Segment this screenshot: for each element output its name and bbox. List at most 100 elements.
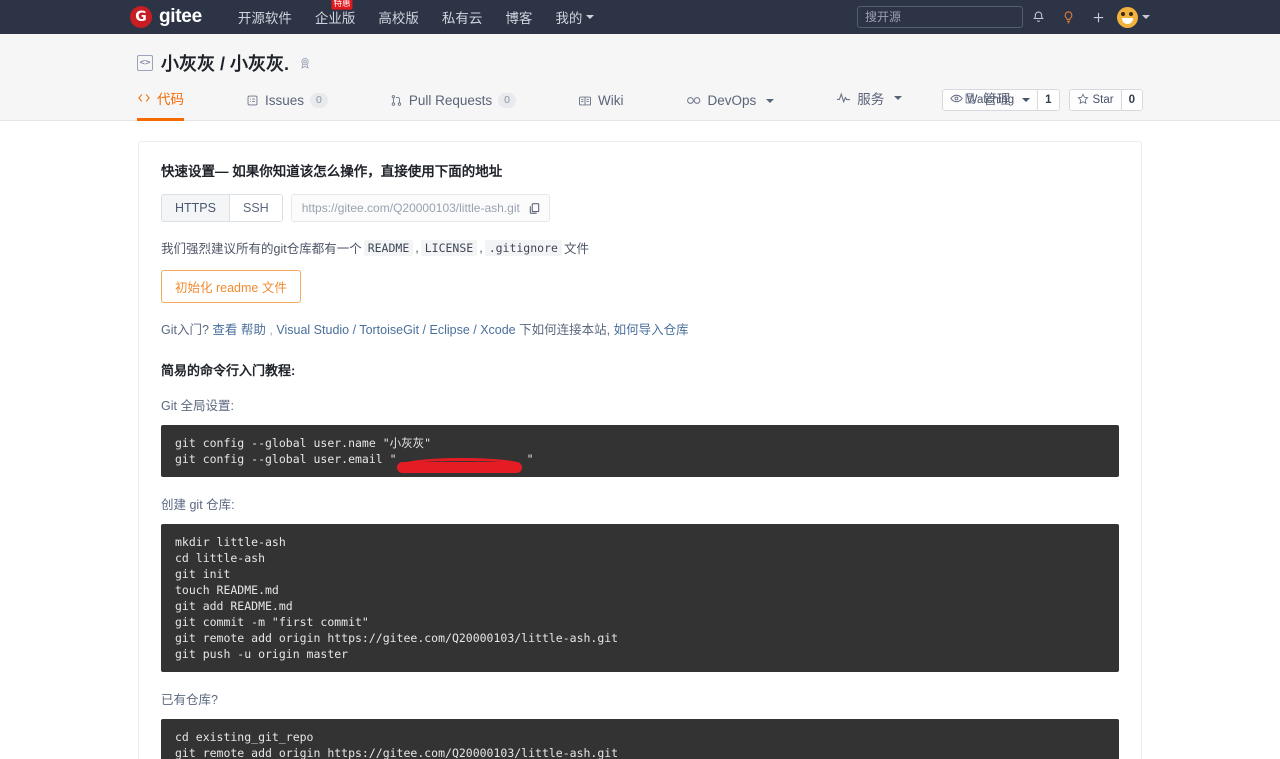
- license-chip: LICENSE: [421, 240, 477, 256]
- tutorial-heading: 简易的命令行入门教程:: [161, 360, 1119, 379]
- create-repo-label: 创建 git 仓库:: [161, 494, 1119, 513]
- code-icon: [137, 92, 151, 104]
- code-block-existing-repo[interactable]: cd existing_git_repo git remote add orig…: [161, 719, 1119, 759]
- gitee-wordmark: gitee: [159, 6, 202, 28]
- tab-label: Pull Requests: [409, 93, 492, 108]
- bell-icon[interactable]: [1023, 0, 1053, 34]
- award-badge-icon: [298, 56, 312, 70]
- pulse-icon: [836, 92, 851, 104]
- repository-header: <> 小灰灰 / 小灰灰. Watching 1: [0, 34, 1280, 121]
- nav-link-label: 私有云: [442, 7, 483, 27]
- tab-issues[interactable]: Issues 0: [246, 93, 328, 121]
- promo-badge: 特惠: [331, 0, 352, 10]
- clone-url-text: https://gitee.com/Q20000103/little-ash.g…: [302, 201, 520, 215]
- code-block-global-settings[interactable]: git config --global user.name "小灰灰" git …: [161, 425, 1119, 477]
- nav-link-opensource[interactable]: 开源软件: [238, 0, 292, 34]
- star-count[interactable]: 0: [1121, 90, 1142, 110]
- quick-setup-title: 快速设置— 如果你知道该怎么操作，直接使用下面的地址: [161, 160, 1119, 180]
- protocol-ssh-button[interactable]: SSH: [230, 195, 282, 221]
- code-line: cd little-ash: [175, 550, 1105, 566]
- quick-setup-card: 快速设置— 如果你知道该怎么操作，直接使用下面的地址 HTTPS SSH htt…: [138, 141, 1142, 759]
- chevron-down-icon: [586, 15, 594, 19]
- nav-link-enterprise[interactable]: 企业版 特惠: [315, 0, 356, 34]
- code-line: git remote add origin https://gitee.com/…: [175, 630, 1105, 646]
- top-navigation-bar: G gitee 开源软件 企业版 特惠 高校版 私有云 博客 我的: [0, 0, 1280, 34]
- tab-label: Issues: [265, 93, 304, 108]
- code-line-redacted: git config --global user.email " ": [175, 451, 1105, 467]
- code-block-create-repo[interactable]: mkdir little-ash cd little-ash git init …: [161, 524, 1119, 672]
- git-intro-prefix: Git入门?: [161, 323, 209, 337]
- git-ide-links[interactable]: Visual Studio / TortoiseGit / Eclipse / …: [276, 323, 515, 337]
- code-line: git commit -m "first commit": [175, 614, 1105, 630]
- code-line: git config --global user.name "小灰灰": [175, 435, 1105, 451]
- avatar: [1117, 7, 1138, 28]
- tab-label: Wiki: [598, 93, 624, 108]
- nav-link-blog[interactable]: 博客: [505, 0, 532, 34]
- search-input[interactable]: [857, 6, 1023, 28]
- star-button[interactable]: Star: [1070, 90, 1121, 110]
- page-title[interactable]: 小灰灰 / 小灰灰.: [161, 50, 289, 76]
- code-line: git add README.md: [175, 598, 1105, 614]
- user-menu[interactable]: [1117, 7, 1150, 28]
- clone-url-field[interactable]: https://gitee.com/Q20000103/little-ash.g…: [291, 194, 550, 222]
- tab-manage[interactable]: 管理: [964, 88, 1010, 121]
- recommend-prefix: 我们强烈建议所有的git仓库都有一个: [161, 238, 362, 257]
- existing-repo-label: 已有仓库?: [161, 689, 1119, 708]
- code-line-text: git config --global user.email ": [175, 452, 397, 466]
- init-readme-button[interactable]: 初始化 readme 文件: [161, 270, 301, 303]
- code-line: touch README.md: [175, 582, 1105, 598]
- import-repo-link[interactable]: 如何导入仓库: [614, 323, 689, 337]
- repository-tabs: 代码 Issues 0 Pull Requests 0: [137, 87, 1072, 120]
- git-intro-line: Git入门? 查看 帮助 , Visual Studio / TortoiseG…: [161, 319, 1119, 338]
- code-line-suffix: ": [527, 452, 534, 466]
- lightbulb-icon[interactable]: [1053, 0, 1083, 34]
- pull-requests-count: 0: [498, 93, 516, 108]
- git-intro-view-link[interactable]: 查看: [212, 323, 237, 337]
- code-line: mkdir little-ash: [175, 534, 1105, 550]
- git-connect-text: 下如何连接本站,: [519, 323, 610, 337]
- gitee-mark-icon: G: [130, 6, 152, 28]
- nav-link-label: 企业版: [315, 7, 356, 27]
- tab-label: 代码: [157, 88, 184, 108]
- recommend-suffix: 文件: [564, 238, 589, 257]
- code-line: git init: [175, 566, 1105, 582]
- tab-label: DevOps: [708, 93, 757, 108]
- main-content: 快速设置— 如果你知道该怎么操作，直接使用下面的地址 HTTPS SSH htt…: [0, 121, 1280, 759]
- git-global-settings-label: Git 全局设置:: [161, 395, 1119, 414]
- gitignore-chip: .gitignore: [485, 240, 562, 256]
- recommended-files-line: 我们强烈建议所有的git仓库都有一个 README , LICENSE , .g…: [161, 238, 1119, 257]
- nav-link-label: 高校版: [378, 7, 419, 27]
- tab-devops[interactable]: DevOps: [686, 93, 775, 121]
- tab-label: 管理: [983, 88, 1010, 108]
- nav-link-label: 我的: [555, 7, 582, 27]
- tab-pull-requests[interactable]: Pull Requests 0: [390, 93, 516, 121]
- comma-2: ,: [479, 241, 482, 255]
- book-icon: [578, 95, 592, 107]
- gitee-logo[interactable]: G gitee: [130, 6, 202, 28]
- top-nav-right-tools: [857, 0, 1150, 34]
- nav-link-campus[interactable]: 高校版: [378, 0, 419, 34]
- tab-wiki[interactable]: Wiki: [578, 93, 624, 121]
- nav-link-privatecloud[interactable]: 私有云: [442, 0, 483, 34]
- code-line: git remote add origin https://gitee.com/…: [175, 745, 1105, 759]
- pull-request-icon: [390, 94, 403, 107]
- tab-code[interactable]: 代码: [137, 88, 184, 121]
- chevron-down-icon: [1142, 15, 1150, 19]
- copy-icon[interactable]: [528, 202, 541, 215]
- tab-services[interactable]: 服务: [836, 88, 902, 121]
- star-icon: [1077, 93, 1089, 108]
- chevron-down-icon: [766, 99, 774, 103]
- git-help-link[interactable]: 帮助: [241, 323, 266, 337]
- nav-link-mine[interactable]: 我的: [555, 0, 594, 34]
- top-nav-links: 开源软件 企业版 特惠 高校版 私有云 博客 我的: [238, 0, 595, 34]
- git-intro-comma: ,: [269, 323, 272, 337]
- comma-1: ,: [415, 241, 418, 255]
- star-label: Star: [1093, 94, 1114, 106]
- breadcrumb: <> 小灰灰 / 小灰灰.: [0, 34, 1280, 76]
- plus-icon[interactable]: [1083, 0, 1113, 34]
- star-button-group: Star 0: [1069, 89, 1144, 111]
- issue-icon: [246, 94, 259, 107]
- protocol-https-button[interactable]: HTTPS: [162, 195, 230, 221]
- code-brackets-icon: <>: [137, 55, 153, 71]
- code-line: git push -u origin master: [175, 646, 1105, 662]
